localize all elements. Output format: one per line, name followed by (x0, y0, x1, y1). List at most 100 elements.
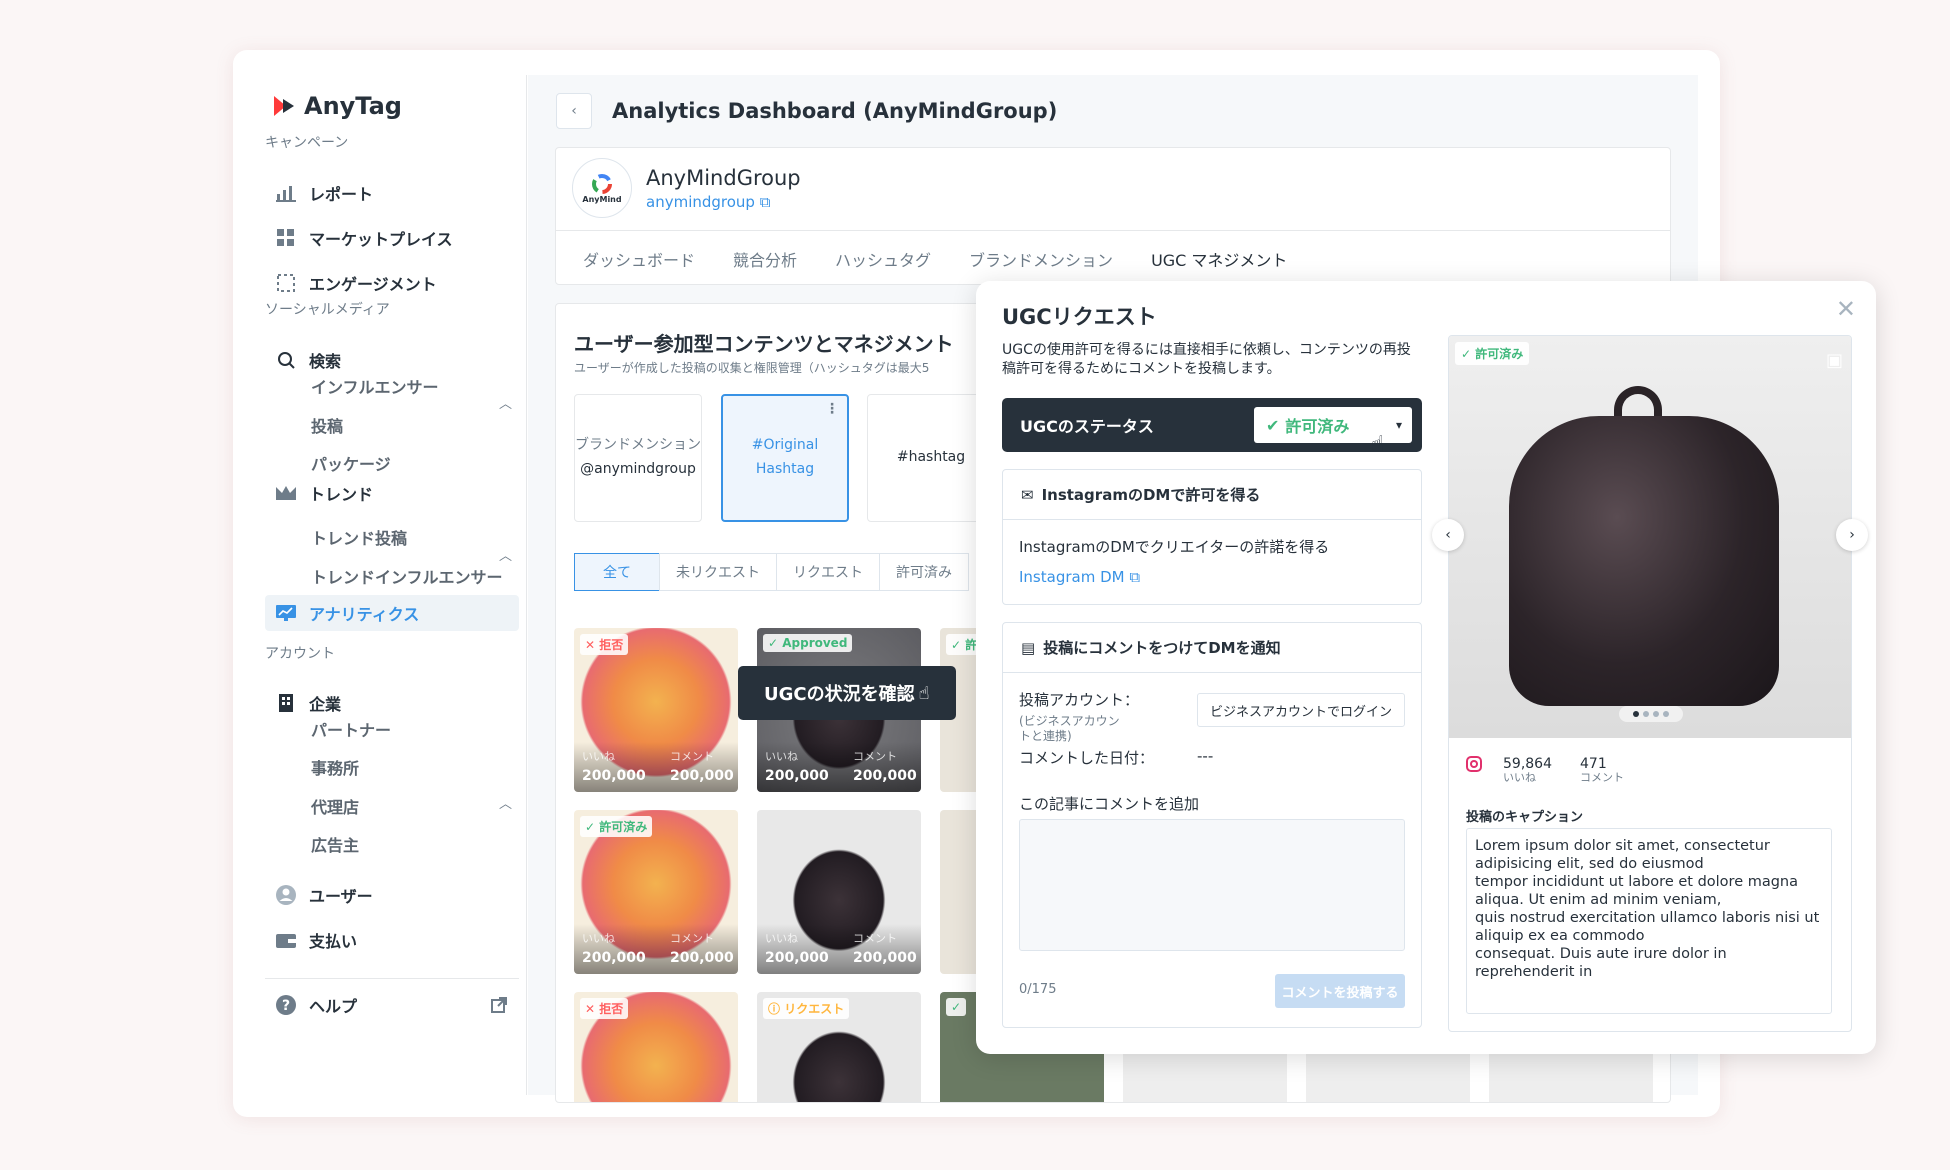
post-stats: いいね コメント 200,000 200,000 (574, 924, 738, 974)
back-button[interactable]: ‹ (556, 93, 592, 129)
anytag-logo[interactable]: AnyTag (272, 92, 402, 120)
brand-handle-link[interactable]: anymindgroup ⧉ (646, 193, 770, 211)
post-stats: いいね コメント 200,000 200,000 (757, 742, 921, 792)
user-icon (275, 884, 297, 906)
source-brand-mention[interactable]: ブランドメンション @anymindgroup (574, 394, 702, 522)
tab-brand-mention[interactable]: ブランドメンション (969, 247, 1113, 271)
status-badge: ✓ 許可済み (580, 816, 653, 837)
bar-chart-icon (275, 182, 297, 204)
profile-card: AnyMind AnyMindGroup anymindgroup ⧉ ダッシュ… (555, 147, 1671, 285)
tooltip-text: UGCの状況を確認 (764, 684, 915, 705)
tab-bar: ダッシュボード 競合分析 ハッシュタグ ブランドメンション UGC マネジメント (556, 230, 1670, 286)
more-icon[interactable]: ⋮ (825, 398, 839, 422)
sidebar-item-payment[interactable]: 支払い (265, 922, 519, 958)
frame-icon (275, 272, 297, 294)
modal-title: UGCリクエスト (1002, 305, 1157, 329)
section-account: アカウント (265, 646, 335, 662)
sidebar-sub-trend-posts[interactable]: トレンド投稿 (311, 525, 407, 549)
sidebar-item-help[interactable]: ? ヘルプ (265, 987, 519, 1023)
search-icon (275, 349, 297, 371)
instagram-dm-link[interactable]: Instagram DM ⧉ (1019, 568, 1140, 586)
sidebar-item-label: 検索 (309, 352, 342, 371)
business-login-button[interactable]: ビジネスアカウントでログイン (1197, 693, 1405, 727)
reel-icon: ▣ (1825, 350, 1843, 371)
filter-tabs: 全て 未リクエスト リクエスト 許可済み (574, 553, 969, 591)
carousel-dots[interactable] (1619, 706, 1683, 722)
source-label: @anymindgroup (580, 461, 696, 477)
ugc-post-thumbnail[interactable]: いいね コメント 200,000 200,000 (757, 810, 921, 974)
ugc-post-thumbnail[interactable]: ✕ 拒否 (574, 992, 738, 1102)
sidebar-item-trend[interactable]: トレンド (265, 475, 519, 511)
mail-icon: ✉ (1021, 485, 1034, 504)
sidebar-item-user[interactable]: ユーザー (265, 877, 519, 913)
tab-competitor[interactable]: 競合分析 (733, 247, 797, 271)
sidebar-sub-package[interactable]: パッケージ (311, 451, 391, 475)
ugc-subtitle: ユーザーが作成した投稿の収集と権限管理（ハッシュタグは最大5 (574, 361, 930, 375)
sidebar-item-label: 企業 (309, 695, 342, 714)
sidebar-item-analytics[interactable]: アナリティクス (265, 595, 519, 631)
badge-text: 許可済み (1475, 347, 1524, 361)
sidebar-item-label: マーケットプレイス (309, 230, 453, 249)
badge-text: Approved (782, 636, 848, 650)
crown-icon (275, 482, 297, 504)
status-dropdown[interactable]: ✔ 許可済み ▾ (1254, 407, 1412, 443)
brand-name: AnyMindGroup (646, 166, 801, 190)
section-social: ソーシャルメディア (265, 302, 390, 318)
chevron-left-icon: ‹ (571, 103, 577, 119)
ugc-post-thumbnail[interactable]: ✕ 拒否 いいね コメント 200,000 200,000 (574, 628, 738, 792)
status-badge: ✕ 拒否 (580, 634, 629, 655)
post-comment-button[interactable]: コメントを投稿する (1275, 974, 1405, 1008)
sidebar-item-search[interactable]: 検索 (265, 342, 519, 378)
filter-all[interactable]: 全て (574, 553, 660, 591)
avatar-text: AnyMind (582, 194, 622, 204)
sidebar-sub-influencer[interactable]: インフルエンサー (311, 374, 439, 398)
tab-ugc-management[interactable]: UGC マネジメント (1151, 247, 1287, 271)
grid-icon (275, 227, 297, 249)
source-label: ブランドメンション (575, 437, 701, 454)
badge-text: 許可済み (599, 820, 648, 834)
anymind-logo-icon (592, 173, 612, 194)
sidebar-item-marketplace[interactable]: マーケットプレイス (265, 220, 519, 256)
status-badge: ✕ 拒否 (580, 998, 629, 1019)
close-icon[interactable]: ✕ (1836, 295, 1856, 323)
backpack-image (1509, 416, 1779, 706)
ugc-status-bar: UGCのステータス ✔ 許可済み ▾ (1002, 398, 1422, 452)
carousel-prev-button[interactable]: ‹ (1432, 519, 1464, 551)
filter-requested[interactable]: リクエスト (776, 553, 880, 591)
status-badge: ✓ 許可済み (1455, 342, 1530, 365)
comment-textarea[interactable] (1019, 819, 1405, 951)
chevron-up-icon[interactable]: ︿ (499, 545, 512, 564)
sidebar-item-label: ヘルプ (309, 997, 358, 1016)
comment-section: ▤ 投稿にコメントをつけてDMを通知 投稿アカウント： (ビジネスアカウン トと連… (1002, 622, 1422, 1028)
source-original-hashtag[interactable]: #Original Hashtag ⋮ (721, 394, 849, 522)
sidebar-sub-posts[interactable]: 投稿 (311, 413, 343, 437)
comments-value: 200,000 (670, 950, 734, 966)
sidebar-item-report[interactable]: レポート (265, 175, 519, 211)
sidebar-sub-advertiser[interactable]: 広告主 (311, 832, 359, 856)
sidebar-sub-trend-influencer[interactable]: トレンドインフルエンサー (311, 564, 503, 588)
chevron-up-icon[interactable]: ︿ (499, 393, 512, 412)
filter-approved[interactable]: 許可済み (879, 553, 969, 591)
chevron-down-icon: ▾ (1395, 418, 1402, 432)
sidebar-sub-office[interactable]: 事務所 (311, 755, 359, 779)
sidebar-sub-partner[interactable]: パートナー (311, 717, 391, 741)
external-link-icon[interactable] (491, 997, 507, 1017)
ugc-post-thumbnail[interactable]: ⓘ リクエスト (757, 992, 921, 1102)
status-badge: ✓ Approved (763, 634, 853, 652)
ugc-title: ユーザー参加型コンテンツとマネジメント (574, 332, 954, 356)
carousel-next-button[interactable]: › (1836, 519, 1868, 551)
sidebar-item-engagement[interactable]: エンゲージメント (265, 265, 519, 301)
tooltip-check-status: UGCの状況を確認 ☝ (738, 666, 956, 720)
sidebar-sub-agency[interactable]: 代理店 (311, 794, 359, 818)
caption-label: 投稿のキャプション (1466, 810, 1584, 825)
likes-label: いいね (582, 750, 615, 763)
chevron-up-icon[interactable]: ︿ (499, 793, 512, 812)
ugc-post-thumbnail[interactable]: ✓ 許可済み いいね コメント 200,000 200,000 (574, 810, 738, 974)
tab-hashtag[interactable]: ハッシュタグ (835, 247, 931, 271)
sidebar-item-company[interactable]: 企業 (265, 685, 519, 721)
filter-not-requested[interactable]: 未リクエスト (659, 553, 777, 591)
hand-cursor-icon: ☝ (918, 682, 930, 704)
comments-value: 200,000 (853, 950, 917, 966)
tab-dashboard[interactable]: ダッシュボード (583, 247, 695, 271)
source-label: Hashtag (755, 461, 815, 477)
